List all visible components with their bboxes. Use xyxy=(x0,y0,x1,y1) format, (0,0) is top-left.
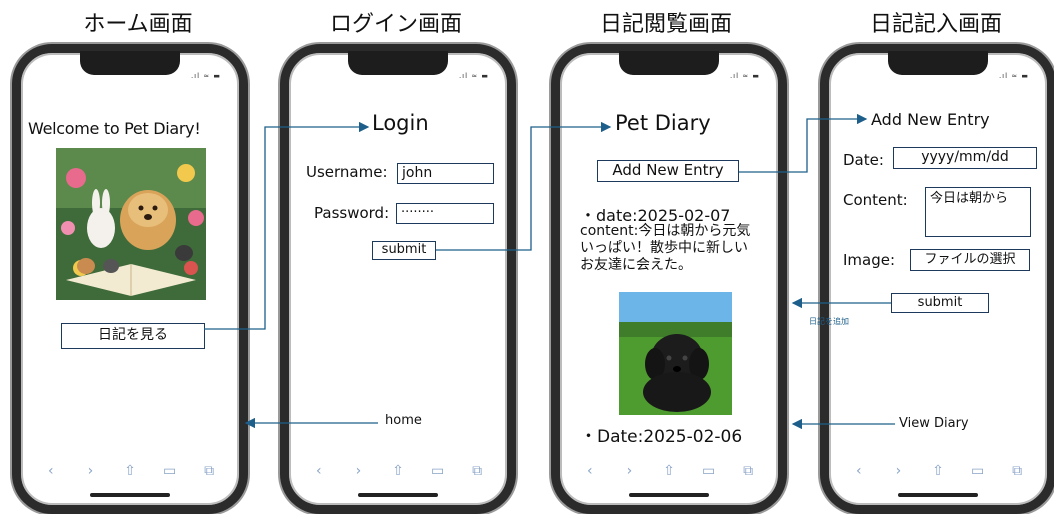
tabs-icon[interactable]: ⧉ xyxy=(468,463,486,479)
bookmarks-icon[interactable]: ▭ xyxy=(969,463,987,479)
login-title: Login xyxy=(372,111,429,135)
date-field[interactable]: yyyy/mm/dd xyxy=(893,147,1037,169)
share-icon[interactable]: ⇧ xyxy=(121,463,139,479)
entry1-content: content:今日は朝から元気いっぱい！散歩中に新しいお友達に会えた。 xyxy=(580,223,751,273)
bookmarks-icon[interactable]: ▭ xyxy=(700,463,718,479)
view-diary-link-label: View Diary xyxy=(899,416,969,431)
tabs-icon[interactable]: ⧉ xyxy=(739,463,757,479)
add-to-diary-label: 日記を追加 xyxy=(809,317,849,326)
notch xyxy=(619,51,719,75)
share-icon[interactable]: ⇧ xyxy=(389,463,407,479)
back-icon[interactable]: ‹ xyxy=(850,463,868,479)
share-icon[interactable]: ⇧ xyxy=(929,463,947,479)
status-icons: .ıl ≈ ▬ xyxy=(458,72,489,80)
date-label: Date: xyxy=(843,151,884,169)
home-link-label: home xyxy=(385,413,422,428)
welcome-text: Welcome to Pet Diary! xyxy=(28,119,201,138)
forward-icon[interactable]: › xyxy=(889,463,907,479)
home-indicator xyxy=(898,493,978,497)
back-icon[interactable]: ‹ xyxy=(581,463,599,479)
tabs-icon[interactable]: ⧉ xyxy=(200,463,218,479)
notch xyxy=(348,51,448,75)
notch xyxy=(888,51,988,75)
title-login: ログイン画面 xyxy=(329,12,462,37)
login-submit-button[interactable]: submit xyxy=(372,241,436,260)
home-indicator xyxy=(629,493,709,497)
home-indicator xyxy=(90,493,170,497)
tabs-icon[interactable]: ⧉ xyxy=(1008,463,1026,479)
browser-toolbar: ‹ › ⇧ ▭ ⧉ xyxy=(829,453,1047,489)
image-label: Image: xyxy=(843,251,896,269)
forward-icon[interactable]: › xyxy=(81,463,99,479)
forward-icon[interactable]: › xyxy=(349,463,367,479)
phone-home: .ıl ≈ ▬ Welcome to Pet Diary! 日記を見る ‹ › … xyxy=(12,44,248,514)
share-icon[interactable]: ⇧ xyxy=(660,463,678,479)
content-field[interactable]: 今日は朝から xyxy=(925,187,1031,237)
bookmarks-icon[interactable]: ▭ xyxy=(161,463,179,479)
pet-illustration xyxy=(56,148,206,300)
browser-toolbar: ‹ › ⇧ ▭ ⧉ xyxy=(21,453,239,489)
back-icon[interactable]: ‹ xyxy=(42,463,60,479)
add-entry-button[interactable]: Add New Entry xyxy=(597,160,739,182)
status-icons: .ıl ≈ ▬ xyxy=(190,72,221,80)
entry2-date: ・Date:2025-02-06 xyxy=(580,427,743,447)
dog-photo xyxy=(619,292,732,415)
notch xyxy=(80,51,180,75)
bookmarks-icon[interactable]: ▭ xyxy=(429,463,447,479)
entry-form-title: Add New Entry xyxy=(871,110,990,129)
diary-title: Pet Diary xyxy=(615,111,711,135)
title-diary-view: 日記閲覧画面 xyxy=(599,12,732,37)
forward-icon[interactable]: › xyxy=(620,463,638,479)
title-diary-entry: 日記記入画面 xyxy=(869,12,1002,37)
entry-submit-button[interactable]: submit xyxy=(891,293,989,313)
title-home: ホーム画面 xyxy=(83,12,193,37)
browser-toolbar: ‹ › ⇧ ▭ ⧉ xyxy=(289,453,507,489)
view-diary-button[interactable]: 日記を見る xyxy=(61,323,205,349)
back-icon[interactable]: ‹ xyxy=(310,463,328,479)
password-label: Password: xyxy=(314,204,390,222)
home-indicator xyxy=(358,493,438,497)
browser-toolbar: ‹ › ⇧ ▭ ⧉ xyxy=(560,453,778,489)
status-icons: .ıl ≈ ▬ xyxy=(729,72,760,80)
password-field[interactable]: ········ xyxy=(396,203,494,224)
content-label: Content: xyxy=(843,191,908,209)
file-select-button[interactable]: ファイルの選択 xyxy=(910,249,1030,271)
status-icons: .ıl ≈ ▬ xyxy=(998,72,1029,80)
username-field[interactable]: john xyxy=(397,163,494,184)
username-label: Username: xyxy=(306,163,388,181)
